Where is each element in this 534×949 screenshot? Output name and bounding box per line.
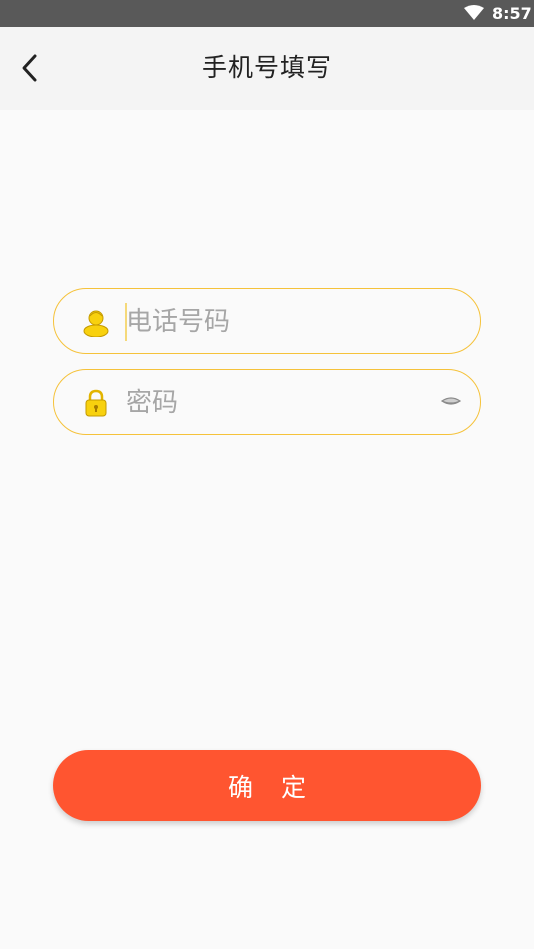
app-bar: 手机号填写 [0,27,534,110]
user-icon [83,310,109,337]
password-field[interactable]: 密码 [53,369,481,435]
wifi-icon [464,5,484,20]
page-title: 手机号填写 [201,53,332,82]
status-time: 8:57 [492,4,532,23]
lock-icon [85,389,107,417]
confirm-button-label: 确 定 [228,772,316,802]
phone-entry-screen: 8:57 手机号填写 电话号码 密码 确 定 [0,0,534,949]
status-bar: 8:57 [0,0,534,27]
password-input[interactable]: 密码 [126,386,178,420]
confirm-button[interactable]: 确 定 [53,750,481,821]
phone-field[interactable]: 电话号码 [53,288,481,354]
phone-input[interactable]: 电话号码 [126,305,230,339]
eye-closed-icon[interactable] [440,394,462,410]
